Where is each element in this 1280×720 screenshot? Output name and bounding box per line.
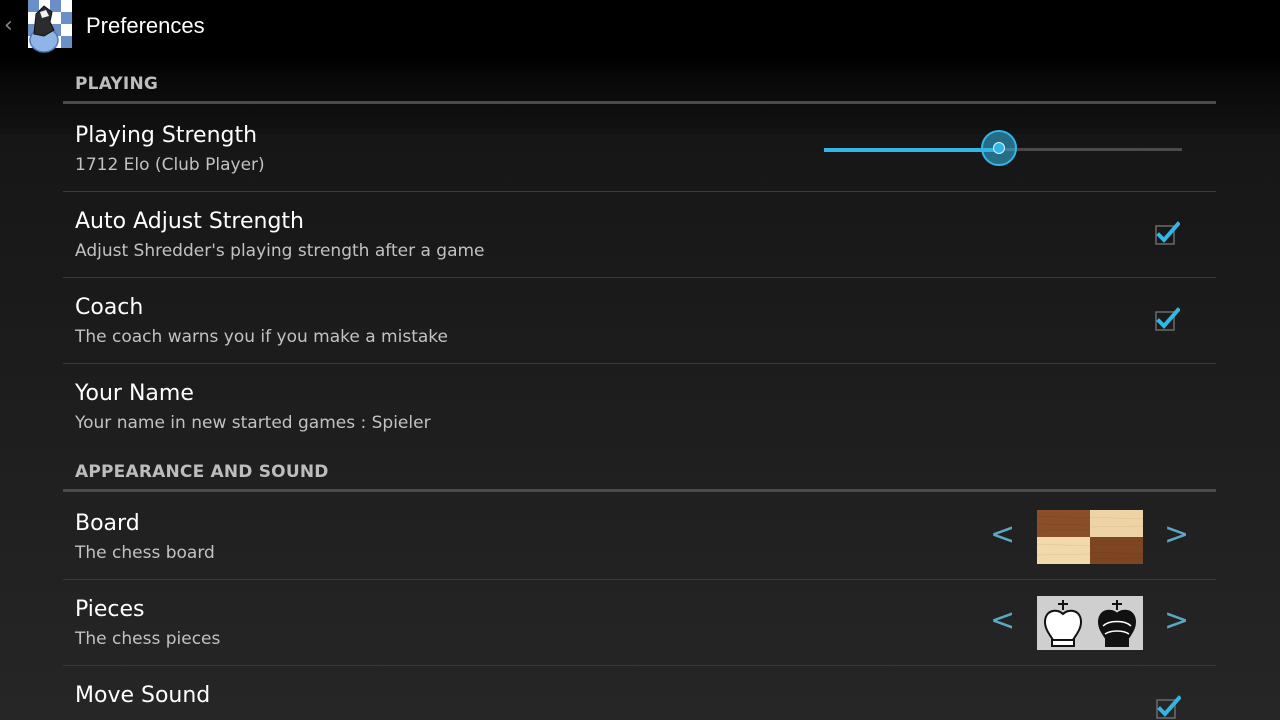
back-caret-icon[interactable]: ‹ [4,12,13,40]
pref-title: Move Sound [75,683,211,708]
action-bar: ‹ Preferences [0,0,1280,56]
pieces-next-button[interactable]: > [1164,606,1189,636]
pieces-preview-image [1037,596,1143,650]
shredder-chess-icon[interactable] [22,0,78,54]
pieces-prev-button[interactable]: < [990,606,1015,636]
section-divider [63,489,1216,492]
auto-adjust-checkbox[interactable] [1154,220,1180,246]
section-header-playing: PLAYING [75,74,159,94]
section-divider [63,101,1216,104]
pref-title: Board [75,511,140,536]
move-sound-checkbox[interactable] [1155,694,1181,720]
pref-summary: Your name in new started games : Spieler [75,413,431,433]
pref-summary: The chess pieces [75,629,221,649]
pref-auto-adjust-strength[interactable]: Auto Adjust Strength Adjust Shredder's p… [0,192,1280,278]
pref-summary: The chess board [75,543,215,563]
coach-checkbox[interactable] [1154,306,1180,332]
pref-coach[interactable]: Coach The coach warns you if you make a … [0,278,1280,364]
pref-your-name[interactable]: Your Name Your name in new started games… [0,364,1280,450]
board-prev-button[interactable]: < [990,520,1015,550]
playing-strength-slider[interactable] [824,130,1184,170]
pref-board[interactable]: Board The chess board < > [0,494,1280,580]
page-title: Preferences [86,13,205,38]
pref-summary: The coach warns you if you make a mistak… [75,327,448,347]
board-next-button[interactable]: > [1164,520,1189,550]
pref-title: Your Name [75,381,194,406]
pref-move-sound[interactable]: Move Sound [0,666,1280,720]
pref-title: Coach [75,295,144,320]
pref-summary: Adjust Shredder's playing strength after… [75,241,485,261]
pref-title: Playing Strength [75,123,258,148]
pref-summary: 1712 Elo (Club Player) [75,155,265,175]
pref-title: Pieces [75,597,145,622]
slider-thumb[interactable] [981,130,1017,166]
slider-fill [824,148,999,152]
pref-pieces[interactable]: Pieces The chess pieces < > [0,580,1280,666]
board-preview-image [1037,510,1143,564]
pref-title: Auto Adjust Strength [75,209,305,234]
section-header-appearance: APPEARANCE AND SOUND [75,462,329,482]
